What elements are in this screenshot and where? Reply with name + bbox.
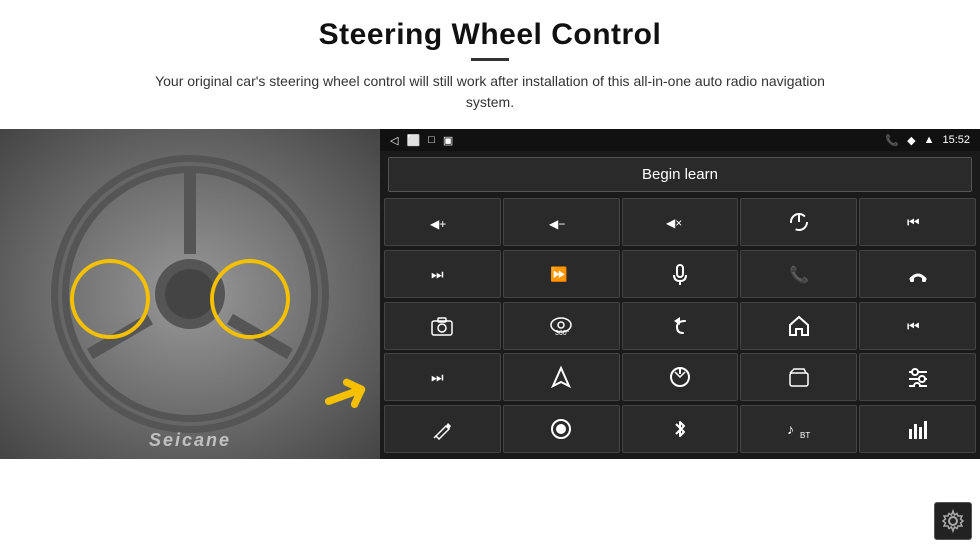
status-bar-left: ◁ ⬜ □ ▣	[390, 134, 453, 147]
gear-icon	[941, 509, 965, 533]
ctrl-phone[interactable]: 📞	[740, 250, 857, 298]
ctrl-mute[interactable]: ◀×	[622, 198, 739, 246]
highlight-circle-left	[70, 259, 150, 339]
highlight-circle-right	[210, 259, 290, 339]
phone-status-icon: 📞	[885, 134, 899, 147]
page-bottom	[0, 506, 980, 546]
signal-icon: ◆	[907, 134, 915, 147]
ctrl-ff-rw[interactable]: ⏩	[503, 250, 620, 298]
ctrl-360cam[interactable]: 360°	[503, 302, 620, 350]
svg-text:◀−: ◀−	[549, 217, 565, 231]
svg-text:⏭: ⏭	[431, 369, 444, 385]
svg-text:⏭: ⏭	[431, 266, 444, 282]
svg-text:📞: 📞	[789, 264, 809, 284]
recents-nav-icon[interactable]: □	[428, 134, 435, 146]
wifi-icon: ▲	[924, 134, 935, 146]
svg-text:BT: BT	[800, 431, 810, 440]
page-title: Steering Wheel Control	[60, 18, 920, 52]
svg-text:⏮: ⏮	[907, 318, 920, 334]
ctrl-hangup[interactable]	[859, 250, 976, 298]
svg-text:⏩: ⏩	[550, 266, 567, 283]
seicane-watermark: Seicane	[149, 430, 231, 451]
ctrl-switch[interactable]	[622, 353, 739, 401]
page-subtitle: Your original car's steering wheel contr…	[140, 71, 840, 113]
svg-text:♪: ♪	[787, 421, 794, 437]
ctrl-record[interactable]	[503, 405, 620, 453]
title-divider	[471, 58, 509, 61]
ctrl-equalizer[interactable]	[859, 405, 976, 453]
ctrl-settings2[interactable]	[859, 353, 976, 401]
header-section: Steering Wheel Control Your original car…	[0, 0, 980, 121]
ctrl-vol-down[interactable]: ◀−	[503, 198, 620, 246]
ctrl-prev[interactable]: ⏮	[859, 198, 976, 246]
status-bar-right: 📞 ◆ ▲ 15:52	[885, 134, 970, 147]
ctrl-power[interactable]	[740, 198, 857, 246]
steering-wheel-area: ➜ Seicane	[0, 129, 380, 459]
home-nav-icon[interactable]: ⬜	[406, 134, 420, 147]
notification-icon: ▣	[443, 134, 453, 147]
back-nav-icon[interactable]: ◁	[390, 134, 398, 147]
status-bar: ◁ ⬜ □ ▣ 📞 ◆ ▲ 15:52	[380, 129, 980, 151]
ctrl-rewind[interactable]: ⏮	[859, 302, 976, 350]
controls-grid: ◀+ ◀− ◀× ⏮	[380, 198, 980, 459]
ctrl-back[interactable]	[622, 302, 739, 350]
begin-learn-button[interactable]: Begin learn	[388, 157, 972, 192]
ctrl-navigate[interactable]	[503, 353, 620, 401]
ctrl-bluetooth[interactable]	[622, 405, 739, 453]
svg-text:◀×: ◀×	[666, 216, 682, 230]
gear-settings-button[interactable]	[934, 502, 972, 540]
ctrl-home[interactable]	[740, 302, 857, 350]
ctrl-mic[interactable]	[622, 250, 739, 298]
ctrl-music[interactable]: ♪ BT	[740, 405, 857, 453]
android-panel: ◁ ⬜ □ ▣ 📞 ◆ ▲ 15:52 Begin learn ◀+	[380, 129, 980, 459]
ctrl-edit[interactable]	[384, 405, 501, 453]
ctrl-vol-up[interactable]: ◀+	[384, 198, 501, 246]
ctrl-next-track[interactable]: ⏭	[384, 250, 501, 298]
steering-wheel-bg: ➜ Seicane	[0, 129, 380, 459]
ctrl-camera[interactable]	[384, 302, 501, 350]
clock: 15:52	[942, 134, 970, 146]
ctrl-ff[interactable]: ⏭	[384, 353, 501, 401]
content-area: ➜ Seicane ◁ ⬜ □ ▣ 📞 ◆ ▲ 15:52	[0, 129, 980, 506]
svg-text:◀+: ◀+	[430, 217, 446, 231]
svg-text:⏮: ⏮	[907, 214, 920, 230]
svg-text:360°: 360°	[555, 329, 570, 337]
ctrl-radio[interactable]	[740, 353, 857, 401]
